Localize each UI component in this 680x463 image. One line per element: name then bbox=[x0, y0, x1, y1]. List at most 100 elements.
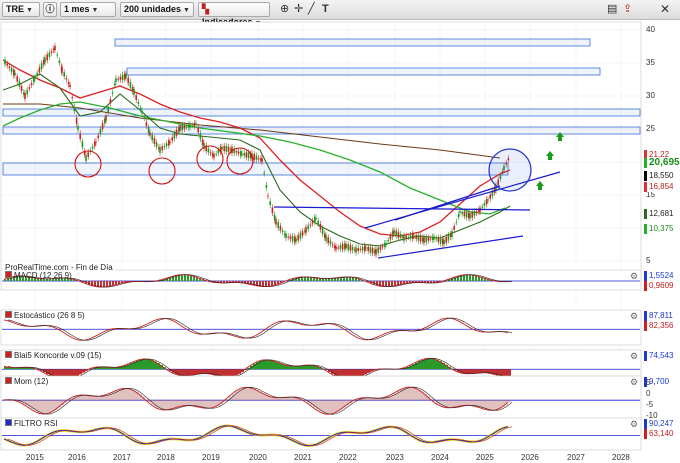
settings-icon[interactable]: ⚙ bbox=[630, 377, 638, 388]
candle-body bbox=[14, 72, 16, 76]
candle-body bbox=[217, 149, 220, 154]
candle-body bbox=[331, 244, 334, 246]
candle-body bbox=[311, 220, 314, 224]
candle-body bbox=[327, 237, 329, 244]
settings-icon[interactable]: ⚙ bbox=[630, 351, 638, 362]
histogram-bar bbox=[331, 400, 334, 414]
panel-value: 0,9609 bbox=[644, 281, 676, 291]
candle-body bbox=[377, 247, 379, 253]
candle-body bbox=[489, 194, 491, 199]
histogram-bar bbox=[184, 274, 186, 281]
candle-body bbox=[339, 245, 342, 249]
candle-body bbox=[85, 155, 87, 161]
candle-body bbox=[131, 87, 134, 92]
histogram-bar bbox=[46, 400, 49, 414]
candle-body bbox=[473, 210, 476, 216]
settings-icon[interactable]: ⚙ bbox=[630, 419, 638, 430]
indicator-panels bbox=[0, 269, 642, 451]
candle-body bbox=[415, 234, 417, 239]
candle-body bbox=[307, 225, 309, 230]
candle-body bbox=[91, 146, 94, 149]
candle-body bbox=[71, 96, 73, 99]
histogram-bar bbox=[469, 369, 472, 374]
histogram-bar bbox=[202, 369, 205, 374]
candle-body bbox=[81, 141, 84, 148]
candle-body bbox=[213, 154, 215, 158]
candle-body bbox=[287, 236, 289, 238]
candle-body bbox=[345, 244, 347, 248]
panel-label: FILTRO RSI bbox=[3, 419, 59, 428]
settings-icon[interactable]: ⚙ bbox=[630, 271, 638, 282]
candle-body bbox=[371, 247, 374, 254]
panel-frame bbox=[0, 417, 642, 451]
candle-body bbox=[257, 158, 260, 160]
histogram-bar bbox=[142, 359, 145, 370]
candle-body bbox=[481, 206, 483, 208]
histogram-bar bbox=[187, 369, 190, 376]
price-tick: 5 bbox=[646, 256, 651, 265]
candle-body bbox=[79, 133, 81, 140]
histogram-bar bbox=[169, 400, 172, 410]
zone-box-2[interactable] bbox=[126, 67, 601, 76]
year-tick: 2025 bbox=[476, 453, 494, 462]
year-tick: 2017 bbox=[113, 453, 131, 462]
candle-body bbox=[115, 78, 117, 82]
candle-body bbox=[181, 124, 183, 131]
candle-body bbox=[10, 67, 13, 73]
candle-body bbox=[107, 106, 109, 113]
histogram-bar bbox=[388, 281, 390, 287]
candle-body bbox=[61, 67, 63, 73]
zone-box-4[interactable] bbox=[2, 126, 641, 135]
histogram-bar bbox=[199, 369, 202, 374]
candle-body bbox=[133, 89, 135, 95]
candle-body bbox=[16, 76, 18, 82]
candle-body bbox=[365, 247, 367, 249]
panel-swatch bbox=[5, 271, 12, 278]
panel-title: FILTRO RSI bbox=[14, 419, 58, 428]
histogram-bar bbox=[130, 389, 133, 401]
candle-body bbox=[361, 246, 364, 251]
panel-label: Estocástico (26 8 5) bbox=[3, 311, 87, 320]
histogram-bar bbox=[463, 400, 466, 406]
histogram-bar bbox=[469, 400, 472, 406]
candle-body bbox=[34, 77, 36, 79]
histogram-bar bbox=[262, 281, 264, 287]
candle-body bbox=[475, 211, 478, 213]
candle-body bbox=[175, 129, 178, 136]
candle-body bbox=[139, 107, 142, 110]
candle-body bbox=[405, 235, 407, 240]
candle-body bbox=[355, 247, 357, 253]
candle-body bbox=[487, 199, 489, 201]
candle-body bbox=[433, 236, 435, 240]
histogram-bar bbox=[268, 281, 270, 287]
candle-body bbox=[427, 237, 430, 241]
settings-icon[interactable]: ⚙ bbox=[630, 311, 638, 322]
candle-body bbox=[225, 145, 228, 152]
candle-body bbox=[141, 110, 143, 114]
candle-body bbox=[111, 92, 114, 94]
histogram-bar bbox=[433, 358, 436, 370]
year-tick: 2028 bbox=[612, 453, 630, 462]
candle-body bbox=[169, 141, 171, 143]
zone-box-1[interactable] bbox=[114, 38, 591, 47]
panel-label: Blai5 Koncorde v.09 (15) bbox=[3, 351, 103, 360]
candle-body bbox=[265, 184, 268, 188]
candle-body bbox=[26, 89, 28, 95]
histogram-bar bbox=[208, 400, 211, 409]
panel-tick: 0 bbox=[646, 389, 651, 398]
current-circle[interactable] bbox=[488, 148, 532, 192]
candle-body bbox=[437, 237, 440, 242]
histogram-bar bbox=[316, 400, 319, 410]
price-tag: 16,854 bbox=[644, 182, 676, 192]
candle-body bbox=[319, 224, 322, 230]
candle-body bbox=[65, 78, 68, 80]
histogram-bar bbox=[346, 276, 348, 281]
histogram-bar bbox=[262, 360, 265, 370]
candle-body bbox=[295, 238, 297, 242]
candle-body bbox=[243, 153, 245, 156]
histogram-bar bbox=[295, 366, 298, 370]
candle-body bbox=[369, 246, 372, 253]
histogram-bar bbox=[184, 400, 187, 406]
candle-body bbox=[409, 235, 412, 239]
candle-body bbox=[117, 78, 119, 80]
